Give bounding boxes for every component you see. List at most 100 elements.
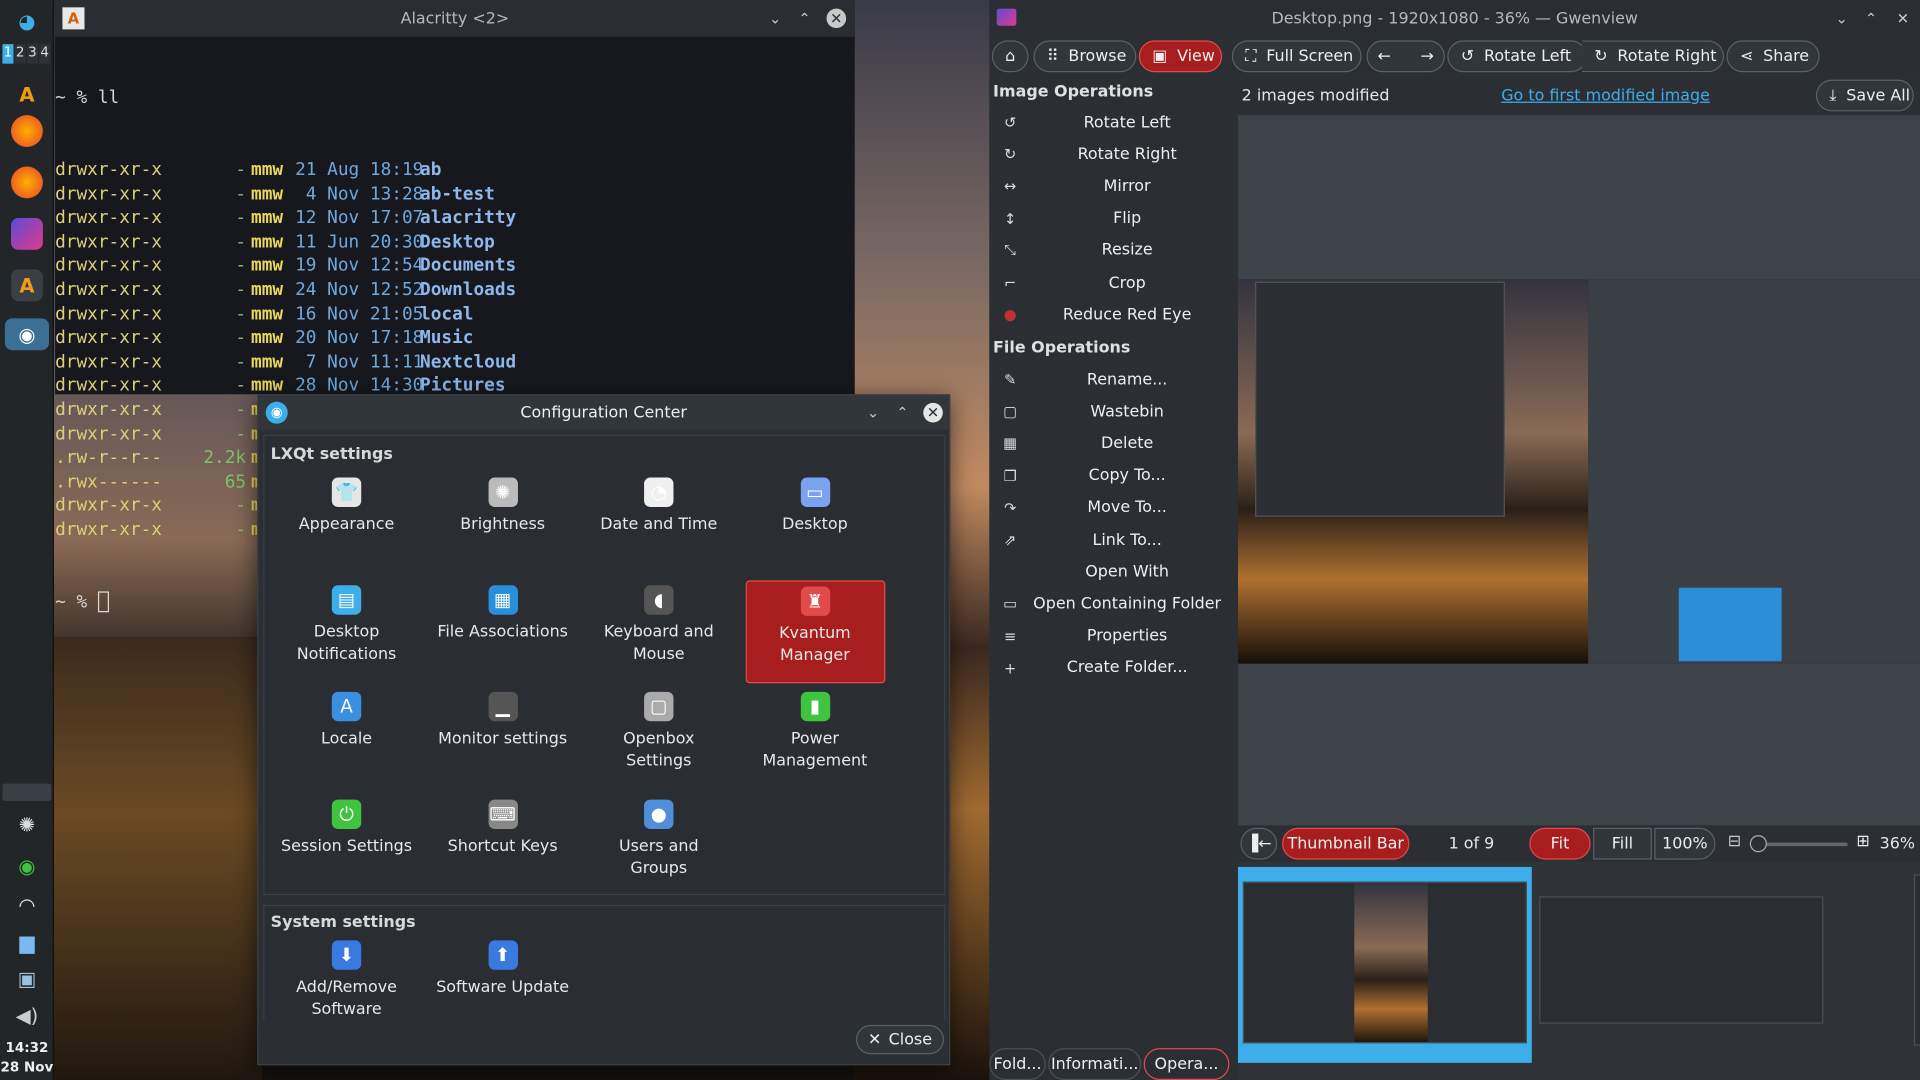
tab-information[interactable]: Informati... (1048, 1048, 1142, 1080)
file-op-item[interactable]: ▭ Open Containing Folder (989, 588, 1238, 620)
settings-tile[interactable]: ▦ File Associations (433, 580, 573, 683)
listing-user: mmw (251, 232, 284, 252)
desktop-3[interactable]: 3 (26, 44, 38, 64)
minimize-icon[interactable]: ⌄ (863, 403, 883, 423)
settings-tile[interactable]: ⬆ Software Update (433, 936, 573, 1039)
clock[interactable]: 14:32 28 Nov (0, 1038, 54, 1077)
settings-tile[interactable]: ⌨ Shortcut Keys (433, 794, 573, 897)
previous-icon[interactable]: ← (1378, 47, 1391, 65)
close-button[interactable]: ✕ Close (855, 1024, 945, 1055)
close-icon[interactable]: ✕ (1893, 9, 1913, 29)
toggle-sidebar-button[interactable]: ▐← (1240, 827, 1278, 860)
image-op-item[interactable]: ⤡ Resize (989, 235, 1238, 267)
settings-tile[interactable]: ⏻ Session Settings (277, 794, 417, 897)
terminal-titlebar[interactable]: A Alacritty <2> ⌄ ⌃ ✕ (55, 0, 855, 37)
rotate-right-button[interactable]: ↻ Rotate Right (1582, 40, 1725, 73)
desktop-4[interactable]: 4 (39, 44, 51, 64)
tab-folders[interactable]: Fold... (989, 1048, 1046, 1080)
settings-tile[interactable]: ▮ Power Management (745, 687, 885, 790)
file-op-item[interactable]: ↷ Move To... (989, 492, 1238, 524)
image-op-item[interactable]: ↕ Flip (989, 203, 1238, 235)
settings-tile[interactable]: ◔ Date and Time (589, 473, 729, 576)
tab-operations[interactable]: Opera... (1143, 1048, 1230, 1080)
view-button[interactable]: ▣ View (1138, 40, 1223, 73)
maximize-icon[interactable]: ⌃ (893, 403, 913, 423)
image-op-item[interactable]: ● Reduce Red Eye (989, 299, 1238, 331)
rotate-left-button[interactable]: ↺ Rotate Left (1447, 40, 1587, 73)
thumbnail-selected[interactable] (1237, 866, 1532, 1063)
close-icon[interactable]: ✕ (826, 8, 847, 29)
gwenview-icon[interactable] (11, 217, 43, 250)
power-tray-icon[interactable]: ◉ (11, 850, 43, 882)
save-all-button[interactable]: ⤓ Save All (1815, 79, 1914, 112)
settings-tile[interactable]: 👕 Appearance (277, 473, 417, 576)
minimize-icon[interactable]: ⌄ (1832, 9, 1852, 29)
file-op-item[interactable]: ⇗ Link To... (989, 524, 1238, 556)
settings-tile[interactable]: ▭ Desktop (745, 473, 885, 576)
image-op-item[interactable]: ↺ Rotate Left (989, 107, 1238, 139)
mouse-icon: ◖ (644, 584, 674, 615)
next-icon[interactable]: → (1421, 47, 1434, 65)
settings-tile[interactable]: ◖ Keyboard and Mouse (589, 580, 729, 683)
brightness-tray-icon[interactable]: ✺ (11, 808, 43, 840)
maximize-icon[interactable]: ⌃ (1861, 9, 1881, 29)
update-tray-icon[interactable]: ▣ (11, 962, 43, 994)
fit-button[interactable]: Fit (1529, 827, 1591, 860)
listing-perm: drwxr-xr-x (55, 184, 163, 204)
file-op-item[interactable]: ▢ Wastebin (989, 396, 1238, 428)
alacritty-icon[interactable]: A (11, 78, 43, 110)
image-op-icon: ↔ (1004, 178, 1017, 196)
settings-tile[interactable]: ▁ Monitor settings (433, 687, 573, 790)
file-op-item[interactable]: Open With (989, 556, 1238, 588)
configuration-center-window: ◉ Configuration Center ⌄ ⌃ ✕ LXQt settin… (257, 394, 951, 1066)
settings-tile[interactable]: ▤ Desktop Notifications (277, 580, 417, 683)
first-modified-link[interactable]: Go to first modified image (1501, 86, 1710, 104)
config-titlebar[interactable]: ◉ Configuration Center ⌄ ⌃ ✕ (258, 395, 949, 430)
volume-icon[interactable]: ◀) (11, 999, 43, 1031)
fill-button[interactable]: Fill (1593, 827, 1652, 860)
minimize-icon[interactable]: ⌄ (765, 9, 785, 29)
close-x-icon: ✕ (867, 1030, 882, 1049)
close-icon[interactable]: ✕ (923, 402, 943, 423)
terminal-output[interactable]: ~ % ll drwxr-xr-x - mmw 21 Aug 18:19 ab drwxr… (55, 37, 855, 612)
home-button[interactable]: ⌂ (991, 40, 1029, 73)
tile-label: Software Update (436, 978, 570, 997)
settings-tile[interactable]: ▢ Openbox Settings (589, 687, 729, 790)
gwenview-titlebar[interactable]: Desktop.png - 1920x1080 - 36% — Gwenview… (989, 0, 1920, 37)
share-button[interactable]: ⋖ Share (1726, 40, 1820, 73)
config-center-icon[interactable]: ◉ (4, 318, 49, 351)
maximize-icon[interactable]: ⌃ (795, 9, 815, 29)
browse-button[interactable]: ⠿ Browse (1033, 40, 1137, 73)
menu-icon[interactable]: ◕ (11, 5, 43, 37)
zoom-in-icon[interactable]: ⊞ (1856, 833, 1869, 851)
file-op-item[interactable]: ❐ Copy To... (989, 460, 1238, 492)
settings-tile[interactable]: A Locale (277, 687, 417, 790)
settings-tile[interactable]: ✺ Brightness (433, 473, 573, 576)
image-op-item[interactable]: ↻ Rotate Right (989, 139, 1238, 171)
firefox-icon[interactable] (11, 166, 43, 199)
full-screen-button[interactable]: ⛶ Full Screen (1231, 40, 1362, 73)
image-view-area[interactable]: 2 images modified Go to first modified i… (1237, 75, 1920, 1080)
firefox-icon[interactable] (11, 115, 43, 147)
file-op-item[interactable]: ≡ Properties (989, 620, 1238, 652)
chat-icon[interactable]: ▆ (11, 926, 43, 958)
zoom-slider[interactable] (1749, 835, 1848, 853)
file-op-item[interactable]: ▦ Delete (989, 428, 1238, 460)
wifi-icon[interactable]: ◠ (11, 889, 43, 921)
zoom-100-button[interactable]: 100% (1654, 827, 1716, 860)
zoom-slider-handle[interactable] (1749, 835, 1767, 853)
thumbnail-bar-button[interactable]: Thumbnail Bar (1282, 827, 1410, 860)
file-op-item[interactable]: ✎ Rename... (989, 364, 1238, 396)
thumbnail-item[interactable] (1539, 896, 1824, 1024)
desktop-1[interactable]: 1 (2, 44, 14, 64)
image-op-item[interactable]: ⌐ Crop (989, 267, 1238, 299)
settings-tile[interactable]: ♜ Kvantum Manager (745, 579, 885, 683)
settings-tile[interactable]: ● Users and Groups (589, 794, 729, 897)
thumbnail-item[interactable] (1913, 874, 1920, 1046)
settings-tile[interactable]: ⬇ Add/Remove Software (277, 936, 417, 1039)
alacritty-icon[interactable]: A (11, 269, 43, 302)
file-op-item[interactable]: + Create Folder... (989, 652, 1238, 684)
zoom-out-icon[interactable]: ⊟ (1728, 833, 1741, 851)
image-op-item[interactable]: ↔ Mirror (989, 171, 1238, 203)
desktop-2[interactable]: 2 (14, 44, 26, 64)
